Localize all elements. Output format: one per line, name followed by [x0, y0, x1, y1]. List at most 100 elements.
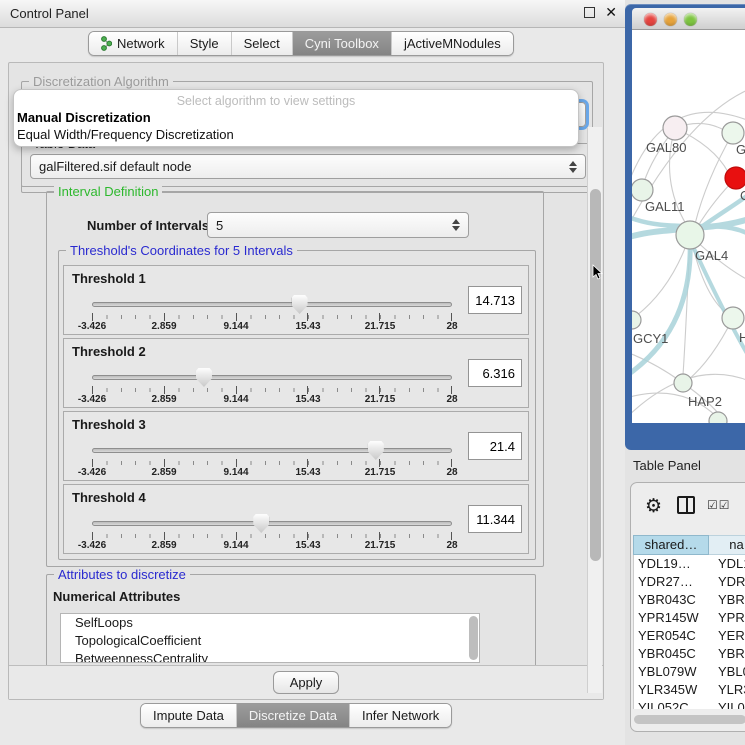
gear-icon[interactable]: ⚙ [645, 495, 662, 518]
table-data-combobox[interactable]: galFiltered.sif default node [30, 154, 586, 179]
list-item[interactable]: BetweennessCentrality [61, 650, 479, 663]
dropdown-option-equal-width[interactable]: Equal Width/Frequency Discretization [17, 127, 234, 142]
threshold-4-tick-labels: -3.426 2.859 9.144 15.43 21.715 28 [92, 540, 452, 552]
tab-style[interactable]: Style [178, 32, 232, 55]
tab-style-label: Style [190, 36, 219, 51]
tick-label: 28 [446, 540, 457, 551]
tick-label: 21.715 [365, 321, 396, 332]
zoom-traffic-light-icon[interactable] [684, 13, 697, 26]
network-icon [101, 36, 112, 51]
tick-label: 9.144 [223, 321, 248, 332]
cell: YDL1 [710, 555, 745, 573]
threshold-3-slider[interactable] [92, 448, 452, 453]
threshold-3-tick-labels: -3.426 2.859 9.144 15.43 21.715 28 [92, 467, 452, 479]
table-row[interactable]: YIL052CYIL0 [634, 699, 745, 709]
table-rows: YDL19…YDL1 YDR27…YDR2 YBR043CYBR0 YPR145… [633, 555, 745, 709]
content-scrollbar-track[interactable] [587, 127, 602, 693]
threshold-4-slider[interactable] [92, 521, 452, 526]
list-item[interactable]: TopologicalCoefficient [61, 632, 479, 650]
table-row[interactable]: YDL19…YDL1 [634, 555, 745, 573]
float-window-icon[interactable] [584, 7, 595, 18]
tick-label: -3.426 [78, 321, 106, 332]
number-of-intervals-spinner[interactable]: 5 [207, 212, 469, 238]
algorithm-dropdown-popup: Select algorithm to view settings Manual… [13, 89, 579, 147]
content-scrollbar-thumb[interactable] [590, 189, 601, 561]
number-of-intervals-label: Number of Intervals [87, 218, 209, 233]
node-label-gal4: GAL4 [695, 248, 728, 263]
numerical-attributes-list[interactable]: SelfLoops TopologicalCoefficient Between… [60, 613, 480, 663]
cell: YLR345W [634, 681, 710, 699]
tab-jactivemnodules-label: jActiveMNodules [404, 36, 501, 51]
tab-discretize-data[interactable]: Discretize Data [237, 704, 350, 727]
tab-select-label: Select [244, 36, 280, 51]
threshold-2-tick-labels: -3.426 2.859 9.144 15.43 21.715 28 [92, 394, 452, 406]
cell: YBR0 [710, 591, 745, 609]
network-canvas[interactable]: GAL80 G C GAL11 GAL4 GCY1 H HAP2 [632, 30, 745, 423]
dropdown-option-manual[interactable]: Manual Discretization [17, 110, 151, 125]
cyni-toolbox-content: Discretization Algorithm Select algorith… [8, 62, 604, 700]
threshold-4-value-field[interactable] [468, 505, 522, 533]
table-row[interactable]: YDR27…YDR2 [634, 573, 745, 591]
attributes-group-legend: Attributes to discretize [54, 567, 190, 582]
interval-definition-legend: Interval Definition [54, 184, 162, 199]
threshold-3-ticks [92, 459, 452, 467]
cell: YDR2 [710, 573, 745, 591]
tab-cyni-toolbox[interactable]: Cyni Toolbox [293, 32, 392, 55]
column-header-shared[interactable]: shared… [633, 535, 709, 555]
threshold-3-value-field[interactable] [468, 432, 522, 460]
right-region: GAL80 G C GAL11 GAL4 GCY1 H HAP2 Table P… [625, 0, 745, 745]
node-gal80 [663, 116, 687, 140]
threshold-2-slider[interactable] [92, 375, 452, 380]
table-row[interactable]: YER054CYER0 [634, 627, 745, 645]
tab-discretize-data-label: Discretize Data [249, 708, 337, 723]
table-row[interactable]: YBR045CYBR0 [634, 645, 745, 663]
threshold-1-panel: Threshold 1 -3.426 2.859 9.144 15.43 21.… [63, 265, 529, 335]
tab-impute-data[interactable]: Impute Data [141, 704, 237, 727]
attributes-group: Attributes to discretize Numerical Attri… [46, 574, 536, 674]
split-table-icon[interactable] [677, 496, 695, 514]
table-horizontal-scrollbar[interactable] [634, 715, 745, 724]
list-scrollbar[interactable] [469, 616, 478, 660]
checkboxes-icon[interactable]: ☑☑ [707, 498, 731, 512]
close-traffic-light-icon[interactable] [644, 13, 657, 26]
threshold-2-value-field[interactable] [468, 359, 522, 387]
threshold-1-slider-thumb[interactable] [292, 295, 308, 314]
network-window-titlebar [632, 8, 745, 30]
tab-select[interactable]: Select [232, 32, 293, 55]
column-header-name[interactable]: na [709, 535, 745, 555]
tab-cyni-toolbox-label: Cyni Toolbox [305, 36, 379, 51]
tick-label: 9.144 [223, 467, 248, 478]
threshold-3-slider-thumb[interactable] [368, 441, 384, 460]
list-item[interactable]: SelfLoops [61, 614, 479, 632]
cell: YER0 [710, 627, 745, 645]
node-label-g-partial: G [736, 142, 745, 157]
dropdown-placeholder: Select algorithm to view settings [14, 94, 518, 108]
thresholds-group-legend: Threshold's Coordinates for 5 Intervals [66, 243, 297, 258]
threshold-1-label: Threshold 1 [72, 271, 146, 286]
cell: YPR1 [710, 609, 745, 627]
node-label-gcy1: GCY1 [633, 331, 668, 346]
close-icon[interactable]: ✕ [605, 4, 617, 21]
table-data-group: Table Data galFiltered.sif default node [21, 143, 593, 187]
threshold-3-panel: Threshold 3 -3.426 2.859 9.144 15.43 21.… [63, 411, 529, 481]
tab-network-label: Network [117, 36, 165, 51]
cell: YIL0 [710, 699, 745, 709]
threshold-2-slider-thumb[interactable] [196, 368, 212, 387]
tab-infer-network[interactable]: Infer Network [350, 704, 451, 727]
top-tab-bar: Network Style Select Cyni Toolbox jActiv… [88, 31, 514, 56]
table-row[interactable]: YBR043CYBR0 [634, 591, 745, 609]
table-row[interactable]: YPR145WYPR1 [634, 609, 745, 627]
tab-network[interactable]: Network [89, 32, 178, 55]
tab-jactivemnodules[interactable]: jActiveMNodules [392, 32, 513, 55]
node-red [725, 167, 745, 189]
table-row[interactable]: YBL079WYBL0 [634, 663, 745, 681]
minimize-traffic-light-icon[interactable] [664, 13, 677, 26]
threshold-4-slider-thumb[interactable] [253, 514, 269, 533]
cell: YDR27… [634, 573, 710, 591]
thresholds-group: Threshold's Coordinates for 5 Intervals … [58, 250, 536, 560]
threshold-1-slider[interactable] [92, 302, 452, 307]
interval-definition-group: Interval Definition Number of Intervals … [46, 191, 544, 567]
apply-button[interactable]: Apply [273, 671, 339, 694]
table-row[interactable]: YLR345WYLR3 [634, 681, 745, 699]
threshold-1-value-field[interactable] [468, 286, 522, 314]
